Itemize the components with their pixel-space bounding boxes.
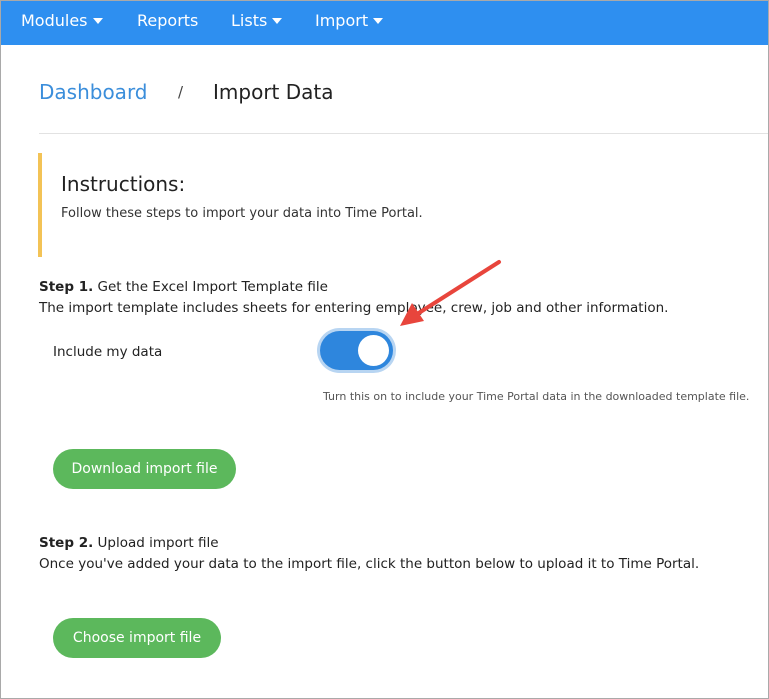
- step2-description: Once you've added your data to the impor…: [39, 556, 700, 572]
- instructions-title: Instructions:: [61, 172, 186, 196]
- chevron-down-icon: [92, 17, 103, 24]
- step1-heading: Step 1. Get the Excel Import Template fi…: [39, 279, 328, 295]
- nav-import-menu[interactable]: Import: [315, 10, 384, 30]
- step1-description: The import template includes sheets for …: [39, 300, 669, 316]
- step2-label: Step 2.: [39, 535, 94, 551]
- chevron-down-icon: [272, 17, 283, 24]
- annotation-arrow-icon: [400, 260, 501, 326]
- breadcrumb-dashboard-link[interactable]: Dashboard: [39, 80, 148, 104]
- include-data-label: Include my data: [53, 344, 163, 360]
- nav-modules-menu[interactable]: Modules: [21, 10, 103, 30]
- nav-import-label: Import: [315, 10, 369, 30]
- nav-reports-link[interactable]: Reports: [137, 10, 198, 30]
- include-data-toggle[interactable]: [320, 331, 393, 370]
- top-navbar: Modules Reports Lists Import: [1, 1, 768, 45]
- step2-heading: Step 2. Upload import file: [39, 535, 219, 551]
- choose-import-file-button[interactable]: Choose import file: [53, 618, 221, 658]
- breadcrumb-separator: /: [178, 83, 184, 101]
- instructions-panel: Instructions: Follow these steps to impo…: [38, 153, 768, 257]
- nav-modules-label: Modules: [21, 10, 88, 30]
- chevron-down-icon: [373, 17, 384, 24]
- page-title: Import Data: [213, 80, 334, 104]
- step1-heading-text: Get the Excel Import Template file: [93, 279, 328, 295]
- nav-lists-label: Lists: [231, 10, 268, 30]
- instructions-text: Follow these steps to import your data i…: [61, 206, 423, 221]
- divider: [39, 133, 768, 134]
- nav-lists-menu[interactable]: Lists: [231, 10, 283, 30]
- step2-heading-text: Upload import file: [93, 535, 219, 551]
- download-import-file-button[interactable]: Download import file: [53, 449, 236, 489]
- toggle-knob: [358, 335, 389, 366]
- include-data-hint: Turn this on to include your Time Portal…: [323, 390, 750, 403]
- step1-label: Step 1.: [39, 279, 94, 295]
- nav-reports-label: Reports: [137, 10, 199, 30]
